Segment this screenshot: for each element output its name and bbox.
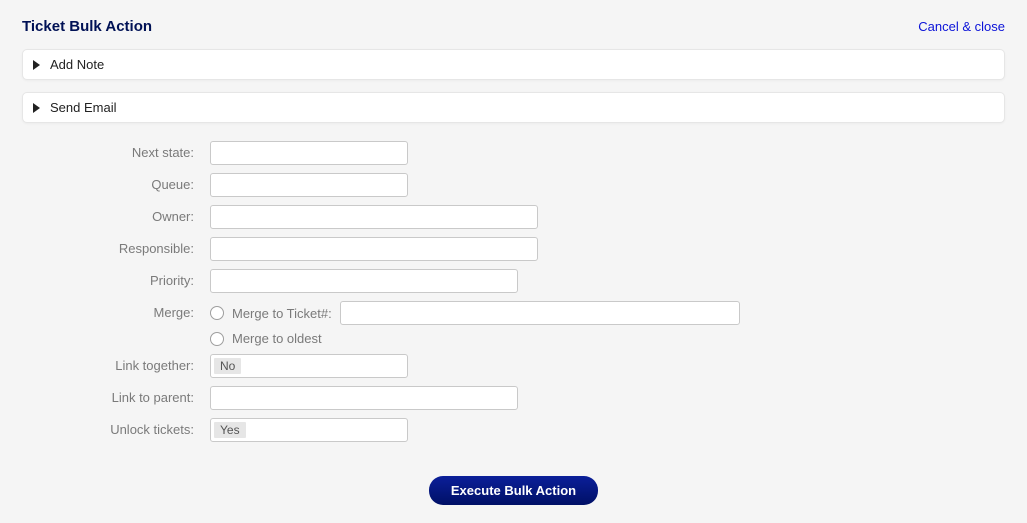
merge-ticket-label: Merge to Ticket#: (232, 306, 332, 321)
merge-label: Merge: (20, 301, 210, 320)
owner-input[interactable] (210, 205, 538, 229)
unlock-select[interactable]: Yes (210, 418, 408, 442)
link-together-label: Link together: (20, 354, 210, 373)
responsible-input[interactable] (210, 237, 538, 261)
merge-ticket-radio[interactable] (210, 306, 224, 320)
execute-bulk-action-button[interactable]: Execute Bulk Action (429, 476, 598, 505)
expand-icon (33, 103, 40, 113)
send-email-header[interactable]: Send Email (23, 93, 1004, 122)
cancel-close-link[interactable]: Cancel & close (918, 19, 1005, 34)
link-together-select[interactable]: No (210, 354, 408, 378)
link-together-value: No (214, 358, 241, 374)
next-state-label: Next state: (20, 141, 210, 160)
priority-label: Priority: (20, 269, 210, 288)
page-header: Ticket Bulk Action Cancel & close (20, 18, 1007, 35)
link-parent-input[interactable] (210, 386, 518, 410)
add-note-header[interactable]: Add Note (23, 50, 1004, 79)
next-state-input[interactable] (210, 141, 408, 165)
queue-input[interactable] (210, 173, 408, 197)
unlock-label: Unlock tickets: (20, 418, 210, 437)
responsible-label: Responsible: (20, 237, 210, 256)
send-email-panel: Send Email (22, 92, 1005, 123)
priority-input[interactable] (210, 269, 518, 293)
bulk-action-form: Next state: Queue: Owner: Responsible: P (20, 141, 1007, 505)
send-email-label: Send Email (50, 100, 116, 115)
queue-label: Queue: (20, 173, 210, 192)
link-parent-label: Link to parent: (20, 386, 210, 405)
add-note-label: Add Note (50, 57, 104, 72)
expand-icon (33, 60, 40, 70)
unlock-value: Yes (214, 422, 246, 438)
page-title: Ticket Bulk Action (22, 18, 152, 35)
merge-oldest-label: Merge to oldest (232, 331, 322, 346)
add-note-panel: Add Note (22, 49, 1005, 80)
merge-ticket-number-input[interactable] (340, 301, 740, 325)
merge-oldest-radio[interactable] (210, 332, 224, 346)
owner-label: Owner: (20, 205, 210, 224)
